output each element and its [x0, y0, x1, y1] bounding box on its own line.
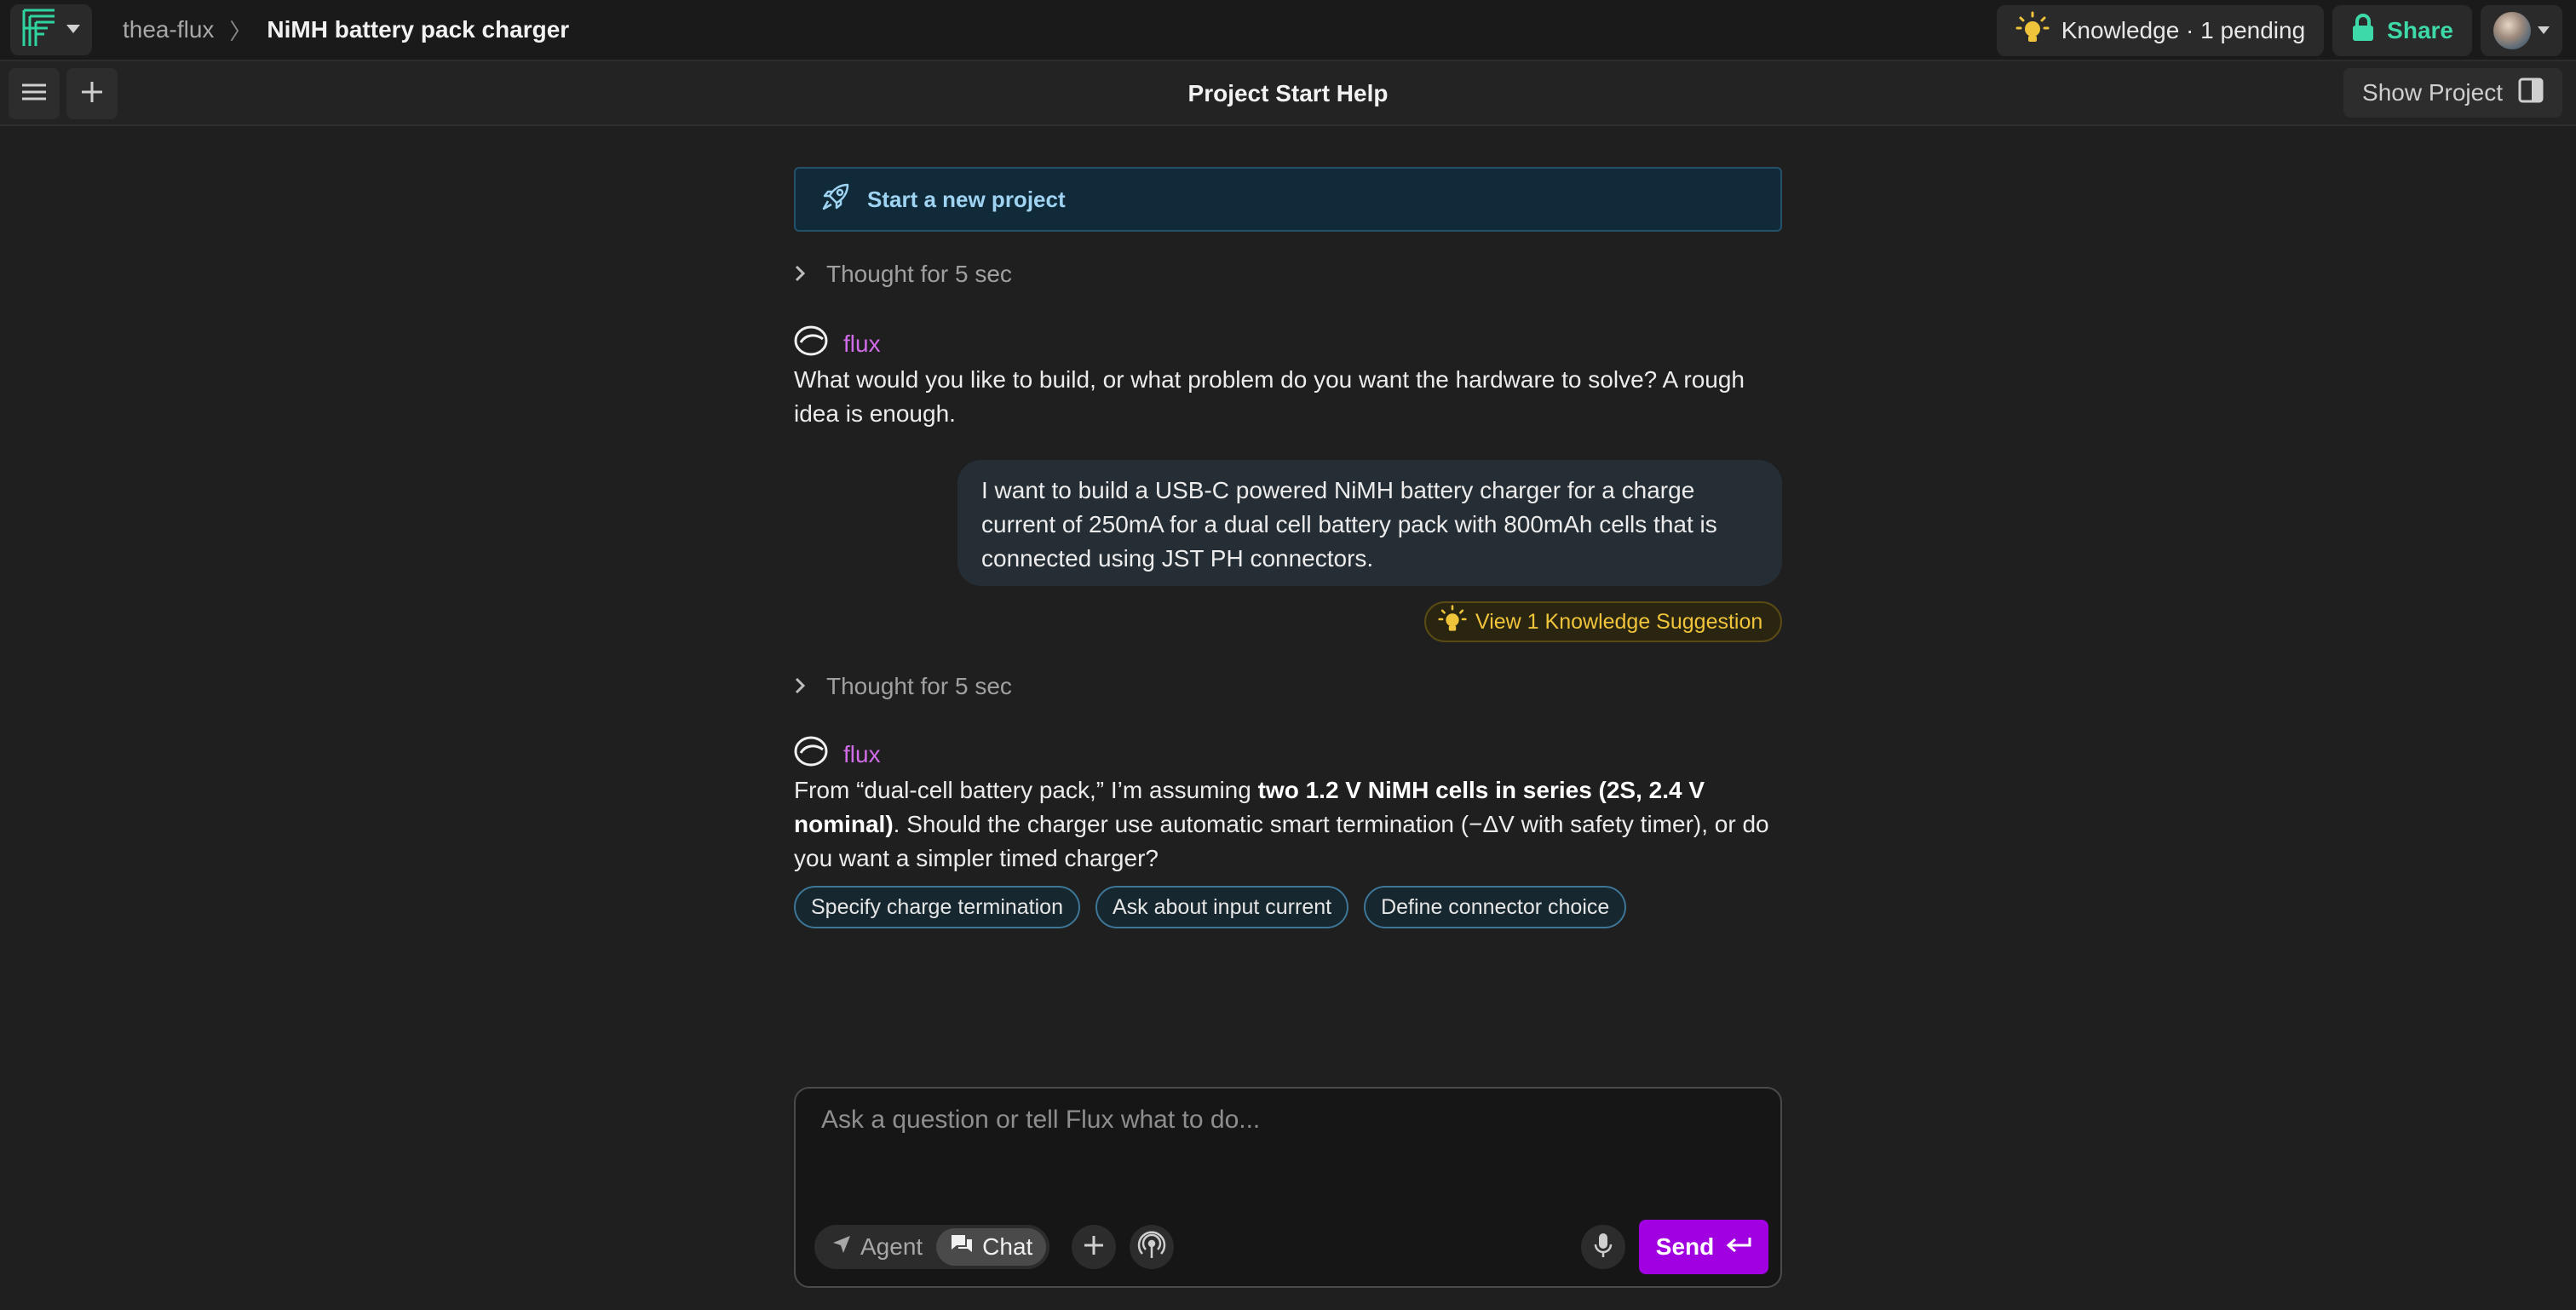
chevron-right-icon	[794, 673, 806, 700]
breadcrumb-user[interactable]: thea-flux	[123, 16, 214, 43]
assistant-message: From “dual-cell battery pack,” I’m assum…	[794, 773, 1782, 876]
chat-header-bar: Project Start Help Show Project	[0, 61, 2576, 126]
banner-label: Start a new project	[867, 186, 1066, 212]
breadcrumb-separator: 〉	[229, 18, 252, 44]
rocket-icon	[821, 182, 850, 217]
flux-avatar-icon	[794, 325, 828, 362]
start-project-banner[interactable]: Start a new project	[794, 167, 1782, 232]
knowledge-button[interactable]: Knowledge · 1 pending	[1996, 5, 2325, 56]
broadcast-icon	[1137, 1231, 1166, 1264]
chat-mode-label: Chat	[982, 1233, 1033, 1260]
assistant-message: What would you like to build, or what pr…	[794, 366, 1745, 427]
chat-input[interactable]	[821, 1106, 1750, 1174]
breadcrumb-project-title[interactable]: NiMH battery pack charger	[267, 16, 569, 43]
attach-button[interactable]	[1072, 1225, 1116, 1269]
show-project-label: Show Project	[2362, 79, 2503, 106]
suggestion-chip[interactable]: Specify charge termination	[794, 886, 1080, 928]
new-chat-button[interactable]	[66, 68, 118, 119]
thought-label: Thought for 5 sec	[826, 673, 1012, 699]
lock-icon	[2351, 13, 2375, 49]
thought-toggle[interactable]: Thought for 5 sec	[794, 673, 1782, 700]
logo-menu-button[interactable]	[10, 4, 92, 55]
send-label: Send	[1655, 1233, 1715, 1260]
chat-icon	[950, 1233, 974, 1261]
thought-toggle[interactable]: Thought for 5 sec	[794, 261, 1782, 288]
agent-mode-label: Agent	[860, 1233, 923, 1260]
top-bar: thea-flux 〉 NiMH battery pack charger Kn…	[0, 0, 2576, 61]
chevron-down-icon	[2538, 23, 2550, 38]
assistant-name: flux	[843, 330, 881, 357]
send-button[interactable]: Send	[1639, 1220, 1768, 1274]
chevron-down-icon	[66, 22, 80, 37]
mode-toggle: Agent Chat	[814, 1225, 1050, 1269]
composer: Agent Chat Send	[794, 1087, 1782, 1288]
live-button[interactable]	[1130, 1225, 1174, 1269]
lightbulb-icon	[2015, 11, 2050, 51]
assistant-header: flux	[794, 325, 1782, 362]
microphone-button[interactable]	[1581, 1225, 1625, 1269]
lightbulb-icon	[1438, 604, 1467, 640]
plus-icon	[82, 81, 102, 106]
message-text: . Should the charger use automatic smart…	[794, 811, 1769, 871]
assistant-header: flux	[794, 736, 1782, 773]
assistant-name: flux	[843, 740, 881, 767]
chevron-right-icon	[794, 261, 806, 288]
microphone-icon	[1594, 1232, 1613, 1262]
hamburger-icon	[22, 83, 46, 106]
knowledge-suggestion-label: View 1 Knowledge Suggestion	[1475, 609, 1763, 634]
chat-mode-button[interactable]: Chat	[936, 1228, 1047, 1266]
flux-logo-icon	[22, 9, 56, 52]
share-label: Share	[2387, 17, 2453, 43]
suggestion-chips: Specify charge termination Ask about inp…	[794, 886, 1782, 928]
show-project-button[interactable]: Show Project	[2343, 68, 2562, 118]
avatar	[2493, 12, 2531, 49]
user-message: I want to build a USB-C powered NiMH bat…	[957, 460, 1782, 586]
panel-icon	[2518, 78, 2544, 109]
send-arrow-icon	[831, 1233, 852, 1261]
share-button[interactable]: Share	[2332, 5, 2472, 56]
knowledge-label: Knowledge · 1 pending	[2061, 17, 2306, 43]
menu-button[interactable]	[9, 68, 60, 119]
message-text: From “dual-cell battery pack,” I’m assum…	[794, 777, 1258, 803]
user-menu-button[interactable]	[2481, 5, 2562, 56]
suggestion-chip[interactable]: Ask about input current	[1095, 886, 1349, 928]
thought-label: Thought for 5 sec	[826, 261, 1012, 287]
flux-avatar-icon	[794, 736, 828, 773]
agent-mode-button[interactable]: Agent	[818, 1228, 936, 1266]
plus-icon	[1084, 1235, 1103, 1259]
chat-title: Project Start Help	[1187, 80, 1389, 106]
suggestion-chip[interactable]: Define connector choice	[1364, 886, 1627, 928]
return-icon	[1726, 1233, 1751, 1261]
knowledge-suggestion-button[interactable]: View 1 Knowledge Suggestion	[1424, 601, 1782, 642]
